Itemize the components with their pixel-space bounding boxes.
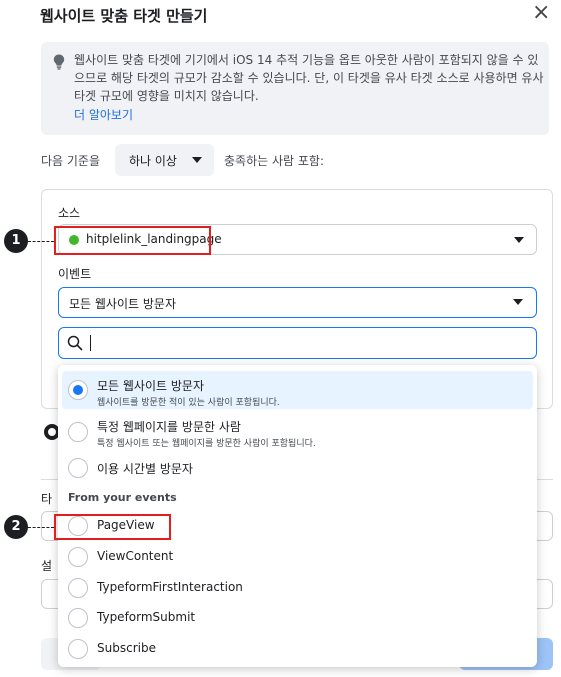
- caret-down-icon: [192, 157, 202, 163]
- dialog-title: 웹사이트 맞춤 타겟 만들기: [40, 7, 208, 25]
- field-label: 설: [41, 559, 53, 573]
- option-title: 모든 웹사이트 방문자: [97, 379, 204, 393]
- event-option[interactable]: TypeformSubmit: [58, 605, 537, 631]
- event-value: 모든 웹사이트 방문자: [69, 297, 176, 311]
- pageview-highlight-box: [54, 514, 171, 540]
- option-title: Subscribe: [97, 641, 156, 655]
- option-title: 특정 웹페이지를 방문한 사람: [97, 420, 241, 434]
- info-text: 웹사이트 맞춤 타겟에 기기에서 iOS 14 추적 기능을 옵트 아웃한 사람…: [74, 53, 544, 103]
- lightbulb-icon: [53, 54, 65, 70]
- annotation-badge: 1: [4, 229, 28, 253]
- caret-down-icon: [514, 237, 524, 243]
- event-label: 이벤트: [58, 267, 92, 281]
- event-option[interactable]: ViewContent: [58, 544, 537, 570]
- radio-icon: [68, 547, 88, 567]
- radio-icon: [68, 608, 88, 628]
- option-title: TypeformSubmit: [97, 610, 196, 624]
- event-option[interactable]: Subscribe: [58, 636, 537, 662]
- source-highlight-box: [54, 226, 211, 255]
- radio-icon: [68, 458, 88, 478]
- option-title: 이용 시간별 방문자: [97, 462, 193, 476]
- caret-down-icon: [513, 299, 523, 305]
- source-label: 소스: [58, 206, 81, 220]
- criteria-suffix: 충족하는 사람 포함:: [224, 154, 324, 168]
- learn-more-link[interactable]: 더 알아보기: [74, 106, 133, 123]
- text-cursor: [90, 335, 91, 351]
- option-time-spent[interactable]: 이용 시간별 방문자: [58, 455, 537, 483]
- event-dropdown[interactable]: 모든 웹사이트 방문자: [58, 287, 537, 318]
- option-title: TypeformFirstInteraction: [97, 580, 243, 594]
- option-all-visitors[interactable]: 모든 웹사이트 방문자 웹사이트를 방문한 적이 있는 사람이 포함됩니다.: [62, 371, 533, 409]
- option-desc: 특정 웹사이트 또는 웹페이지를 방문한 사람이 포함됩니다.: [97, 439, 316, 449]
- option-title: ViewContent: [97, 549, 174, 563]
- search-icon: [67, 335, 83, 351]
- annotation-line: [28, 527, 54, 528]
- criteria-prefix: 다음 기준을: [41, 154, 101, 168]
- close-icon[interactable]: ×: [532, 2, 550, 24]
- criteria-value: 하나 이상: [129, 154, 177, 168]
- criteria-dropdown[interactable]: 하나 이상: [115, 144, 214, 176]
- radio-icon: [68, 578, 88, 598]
- info-notice: 웹사이트 맞춤 타겟에 기기에서 iOS 14 추적 기능을 옵트 아웃한 사람…: [41, 42, 549, 135]
- annotation-line: [28, 241, 54, 242]
- option-desc: 웹사이트를 방문한 적이 있는 사람이 포함됩니다.: [97, 398, 280, 408]
- option-specific-pages[interactable]: 특정 웹페이지를 방문한 사람 특정 웹사이트 또는 웹페이지를 방문한 사람이…: [58, 413, 537, 451]
- event-search-input[interactable]: [58, 327, 537, 359]
- event-option[interactable]: TypeformFirstInteraction: [58, 575, 537, 601]
- annotation-badge: 2: [4, 515, 28, 539]
- radio-selected-icon: [68, 380, 88, 400]
- events-group-label: From your events: [68, 491, 177, 504]
- custom-audience-dialog: 웹사이트 맞춤 타겟 만들기 × 웹사이트 맞춤 타겟에 기기에서 iOS 14…: [0, 0, 561, 677]
- radio-icon: [68, 422, 88, 442]
- field-label: 타: [41, 492, 53, 506]
- radio-icon: [68, 639, 88, 659]
